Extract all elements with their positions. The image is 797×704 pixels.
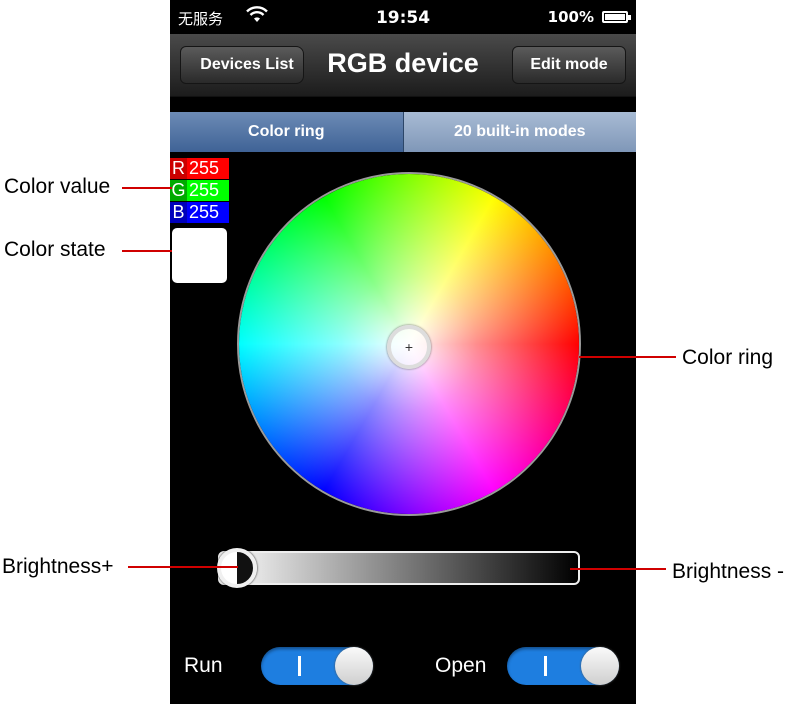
green-label: G: [170, 180, 187, 201]
battery-icon: [602, 11, 631, 23]
run-switch[interactable]: [261, 647, 373, 685]
annotation-brightness-minus: Brightness -: [672, 560, 785, 583]
green-value-row: G 255: [170, 180, 229, 201]
phone-screen: 无服务 19:54 100% Devices List RGB device E…: [170, 0, 636, 704]
annotation-line-brightness-plus: [128, 566, 238, 568]
mode-segmented-control: Color ring 20 built-in modes: [170, 112, 636, 152]
navigation-bar: Devices List RGB device Edit mode: [170, 34, 636, 97]
switch-on-mark: [544, 656, 547, 676]
red-value-row: R 255: [170, 158, 229, 179]
annotation-line-color-state: [122, 250, 172, 252]
tab-built-in-modes[interactable]: 20 built-in modes: [403, 112, 636, 152]
run-label: Run: [184, 654, 223, 677]
annotation-color-state: Color state: [4, 238, 106, 261]
switch-thumb: [581, 647, 619, 685]
switch-on-mark: [298, 656, 301, 676]
annotation-line-color-value: [122, 187, 172, 189]
color-picker-handle[interactable]: +: [387, 325, 431, 369]
edit-mode-button[interactable]: Edit mode: [512, 46, 626, 84]
status-bar: 无服务 19:54 100%: [170, 0, 636, 34]
blue-value-row: B 255: [170, 202, 229, 223]
red-label: R: [170, 158, 187, 179]
open-label: Open: [435, 654, 487, 677]
battery-percent: 100%: [547, 8, 594, 26]
annotation-brightness-plus: Brightness+: [2, 555, 114, 578]
tab-color-ring[interactable]: Color ring: [170, 112, 404, 152]
blue-value: 255: [187, 202, 229, 223]
blue-label: B: [170, 202, 187, 223]
brightness-knob[interactable]: [217, 548, 257, 588]
red-value: 255: [187, 158, 229, 179]
switch-thumb: [335, 647, 373, 685]
open-switch[interactable]: [507, 647, 619, 685]
green-value: 255: [187, 180, 229, 201]
annotation-color-ring: Color ring: [682, 346, 774, 369]
color-state-swatch: [172, 228, 227, 283]
annotation-line-brightness-minus: [570, 568, 666, 570]
annotation-line-color-ring: [579, 356, 676, 358]
annotation-color-value: Color value: [4, 175, 111, 198]
brightness-slider[interactable]: [218, 551, 580, 585]
